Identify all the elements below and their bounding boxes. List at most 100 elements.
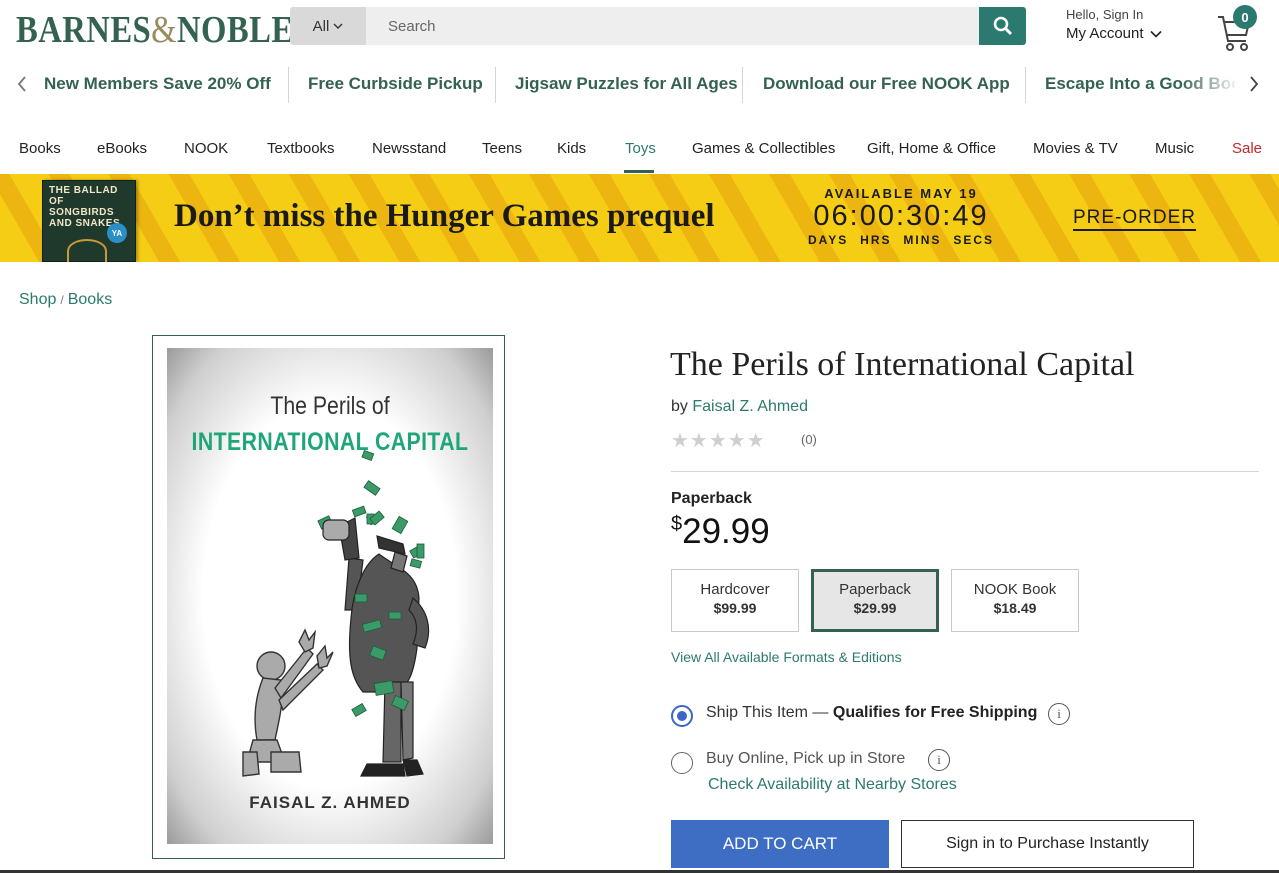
my-account-toggle[interactable]: My Account [1066,25,1162,42]
pickup-in-store-radio[interactable] [671,752,693,774]
section-divider [671,471,1259,472]
cover-title-line2: INTERNATIONAL CAPITAL [191,428,469,456]
price-currency: $ [671,513,683,535]
countdown-available-date: AVAILABLE MAY 19 [824,186,978,201]
free-shipping-text: Qualifies for Free Shipping [832,704,1038,721]
countdown-label-hrs: HRS [860,233,892,247]
breadcrumb-shop[interactable]: Shop [19,291,56,309]
chevron-left-icon [17,76,26,92]
mockingjay-icon [67,239,107,262]
promo-link-members[interactable]: New Members Save 20% Off [44,65,271,103]
ya-badge: YA [107,223,127,243]
cover-author: FAISAL Z. AHMED [249,793,411,812]
logo-ampersand: & [151,9,178,51]
rating-count[interactable]: (0) [801,432,817,447]
product-image-frame[interactable]: The Perils of INTERNATIONAL CAPITAL FAIS… [152,335,505,859]
search-icon [993,16,1012,36]
nav-ebooks[interactable]: eBooks [97,140,147,157]
nav-teens[interactable]: Teens [482,140,522,157]
nav-toys[interactable]: Toys [625,140,656,157]
cover-illustration [242,449,430,777]
banner-headline: Don’t miss the Hunger Games prequel [174,198,715,234]
logo-text-noble: NOBLE [177,9,294,51]
byline-prefix: by [671,398,688,415]
cart-count-badge: 0 [1233,5,1257,29]
nav-gift-home-office[interactable]: Gift, Home & Office [867,140,996,157]
nav-sale[interactable]: Sale [1232,140,1262,157]
format-option-paperback[interactable]: Paperback $29.99 [811,569,939,632]
promo-prev-button[interactable] [12,73,32,95]
format-name: NOOK Book [973,581,1057,598]
ship-item-text: Ship This Item — [706,704,829,721]
promo-link-puzzles[interactable]: Jigsaw Puzzles for All Ages [515,65,738,103]
nav-active-indicator [624,170,654,173]
countdown-labels: DAYS HRS MINS SECS [806,233,996,247]
countdown-timer: AVAILABLE MAY 19 06:00:30:49 DAYS HRS MI… [806,186,996,247]
nav-games-collectibles[interactable]: Games & Collectibles [692,140,835,157]
countdown-label-mins: MINS [903,233,942,247]
category-nav: Books eBooks NOOK Textbooks Newsstand Te… [0,130,1279,174]
countdown-label-secs: SECS [953,233,994,247]
view-all-formats-link[interactable]: View All Available Formats & Editions [671,649,902,665]
selected-format-label: Paperback [671,490,752,507]
format-price: $29.99 [853,600,897,616]
promo-divider [495,67,496,103]
price-value: 29.99 [682,512,770,551]
search-category-select[interactable]: All [290,7,366,45]
format-price: $99.99 [713,600,757,616]
sign-in-purchase-button[interactable]: Sign in to Purchase Instantly [901,820,1194,868]
promo-divider [288,67,289,103]
promo-fade [1180,65,1240,103]
breadcrumb: Shop / Books [19,291,112,309]
countdown-label-days: DAYS [808,233,849,247]
account-greeting: Hello, Sign In [1066,7,1144,22]
search-input[interactable] [366,7,979,45]
nav-textbooks[interactable]: Textbooks [267,140,335,157]
cart-button[interactable]: 0 [1216,5,1258,51]
book-cover-image: The Perils of INTERNATIONAL CAPITAL FAIS… [167,348,493,844]
format-option-hardcover[interactable]: Hardcover $99.99 [671,569,799,632]
product-byline: by Faisal Z. Ahmed [671,398,808,416]
product-title: The Perils of International Capital [670,346,1135,383]
breadcrumb-separator: / [60,293,64,307]
format-option-nook-book[interactable]: NOOK Book $18.49 [951,569,1079,632]
promo-divider [1025,67,1026,103]
chevron-down-icon [1149,30,1162,38]
format-name: Paperback [839,581,911,598]
breadcrumb-books[interactable]: Books [68,291,112,309]
barnes-noble-logo[interactable]: BARNES&NOBLE [16,8,294,52]
search-category-label: All [312,17,330,35]
check-availability-link[interactable]: Check Availability at Nearby Stores [708,776,957,794]
promo-divider [742,67,743,103]
nav-movies-tv[interactable]: Movies & TV [1033,140,1118,157]
promo-link-curbside[interactable]: Free Curbside Pickup [308,65,483,103]
pickup-info-icon[interactable]: i [928,749,950,771]
nav-books[interactable]: Books [19,140,61,157]
nav-music[interactable]: Music [1155,140,1194,157]
format-price: $18.49 [993,600,1037,616]
ship-item-radio[interactable] [671,705,693,727]
promo-link-nook-app[interactable]: Download our Free NOOK App [763,65,1010,103]
hunger-games-promo-banner[interactable]: THE BALLAD OF SONGBIRDS AND SNAKES YA Do… [0,174,1279,262]
account-menu[interactable]: Hello, Sign In My Account [1066,7,1162,42]
ship-item-label: Ship This Item — Qualifies for Free Ship… [706,704,1037,722]
product-price: $29.99 [671,512,770,552]
pre-order-link[interactable]: PRE-ORDER [1073,207,1197,231]
site-header: BARNES&NOBLE All Hello, Sign In My Accou… [0,0,1279,56]
banner-book-cover[interactable]: THE BALLAD OF SONGBIRDS AND SNAKES YA [42,180,136,262]
countdown-value: 06:00:30:49 [813,200,989,232]
chevron-down-icon [333,23,343,29]
rating-stars[interactable]: ★★★★★ [671,428,766,453]
format-name: Hardcover [700,581,770,598]
add-to-cart-button[interactable]: ADD TO CART [671,820,889,868]
promo-next-button[interactable] [1244,73,1264,95]
shipping-info-icon[interactable]: i [1048,703,1070,725]
search-button[interactable] [979,7,1026,45]
nav-nook[interactable]: NOOK [184,140,228,157]
promo-carousel: New Members Save 20% Off Free Curbside P… [0,65,1279,103]
author-link[interactable]: Faisal Z. Ahmed [692,398,808,415]
logo-text-barnes: BARNES [16,9,152,51]
cover-title-line1: The Perils of [270,392,390,420]
nav-newsstand[interactable]: Newsstand [372,140,446,157]
nav-kids[interactable]: Kids [557,140,586,157]
